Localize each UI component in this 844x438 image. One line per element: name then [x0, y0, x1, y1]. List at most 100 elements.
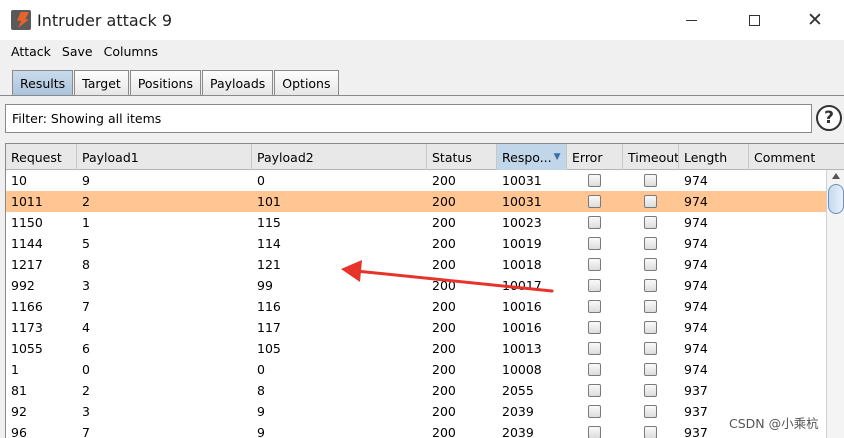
tab-payloads[interactable]: Payloads [202, 70, 274, 96]
table-row[interactable]: 1217 8 121 200 10018 974 [6, 254, 826, 275]
col-timeout-header[interactable]: Timeout [623, 144, 679, 170]
col-comment-header[interactable]: Comment [749, 144, 844, 170]
minimize-icon [685, 19, 697, 21]
scroll-up-icon[interactable] [832, 173, 840, 179]
col-error-header[interactable]: Error [567, 144, 623, 170]
timeout-checkbox[interactable] [644, 279, 657, 292]
sort-descending-icon: ▼ [553, 152, 561, 162]
col-payload2-cell: 99 [257, 278, 273, 293]
col-length-cell: 974 [684, 257, 708, 272]
table-row[interactable]: 1055 6 105 200 10013 974 [6, 338, 826, 359]
col-length-cell: 974 [684, 299, 708, 314]
error-checkbox[interactable] [588, 384, 601, 397]
table-row[interactable]: 10 9 0 200 10031 974 [6, 170, 826, 191]
col-payload2-cell: 117 [257, 320, 281, 335]
col-request-cell: 1 [11, 362, 19, 377]
col-request-cell: 96 [11, 425, 27, 438]
col-payload1-cell: 6 [82, 341, 90, 356]
timeout-checkbox[interactable] [644, 258, 657, 271]
tab-positions[interactable]: Positions [129, 70, 201, 96]
minimize-button[interactable] [668, 0, 714, 40]
col-payload2-cell: 116 [257, 299, 281, 314]
col-length-cell: 974 [684, 236, 708, 251]
table-row[interactable]: 96 7 9 200 2039 937 [6, 422, 826, 438]
filter-text: Filter: Showing all items [12, 111, 162, 126]
error-checkbox[interactable] [588, 195, 601, 208]
timeout-checkbox[interactable] [644, 363, 657, 376]
timeout-checkbox[interactable] [644, 426, 657, 438]
menu-columns[interactable]: Columns [102, 44, 160, 59]
col-payload1-cell: 7 [82, 425, 90, 438]
col-status-cell: 200 [432, 173, 456, 188]
error-checkbox[interactable] [588, 405, 601, 418]
table-row[interactable]: 1144 5 114 200 10019 974 [6, 233, 826, 254]
col-comment-cell [749, 212, 826, 233]
col-payload2-header[interactable]: Payload2 [252, 144, 427, 170]
filter-bar[interactable]: Filter: Showing all items [5, 104, 812, 133]
col-payload2-cell: 115 [257, 215, 281, 230]
col-length-header[interactable]: Length [679, 144, 749, 170]
error-checkbox[interactable] [588, 216, 601, 229]
table-row[interactable]: 92 3 9 200 2039 937 [6, 401, 826, 422]
timeout-checkbox[interactable] [644, 174, 657, 187]
error-checkbox[interactable] [588, 174, 601, 187]
table-row[interactable]: 1011 2 101 200 10031 974 [6, 191, 826, 212]
timeout-checkbox[interactable] [644, 342, 657, 355]
timeout-checkbox[interactable] [644, 321, 657, 334]
timeout-checkbox[interactable] [644, 195, 657, 208]
scroll-thumb[interactable] [828, 184, 844, 214]
table-row[interactable]: 1173 4 117 200 10016 974 [6, 317, 826, 338]
col-status-cell: 200 [432, 236, 456, 251]
col-status-header[interactable]: Status [427, 144, 497, 170]
tab-target[interactable]: Target [74, 70, 129, 96]
timeout-checkbox[interactable] [644, 300, 657, 313]
timeout-checkbox[interactable] [644, 237, 657, 250]
col-status-cell: 200 [432, 215, 456, 230]
error-checkbox[interactable] [588, 258, 601, 271]
tab-results[interactable]: Results [12, 70, 74, 96]
col-length-cell: 937 [684, 383, 708, 398]
col-response-cell: 10031 [502, 173, 542, 188]
table-row[interactable]: 1166 7 116 200 10016 974 [6, 296, 826, 317]
timeout-checkbox[interactable] [644, 384, 657, 397]
error-checkbox[interactable] [588, 237, 601, 250]
col-status-cell: 200 [432, 362, 456, 377]
col-request-cell: 1144 [11, 236, 43, 251]
col-request-cell: 1150 [11, 215, 43, 230]
col-status-cell: 200 [432, 341, 456, 356]
error-checkbox[interactable] [588, 342, 601, 355]
col-response-cell: 10031 [502, 194, 542, 209]
col-length-cell: 974 [684, 362, 708, 377]
error-checkbox[interactable] [588, 279, 601, 292]
timeout-checkbox[interactable] [644, 216, 657, 229]
menu-save[interactable]: Save [60, 44, 95, 59]
col-status-cell: 200 [432, 320, 456, 335]
error-checkbox[interactable] [588, 321, 601, 334]
col-payload2-cell: 0 [257, 173, 265, 188]
col-response-cell: 2055 [502, 383, 534, 398]
col-length-cell: 974 [684, 278, 708, 293]
table-row[interactable]: 1 0 0 200 10008 974 [6, 359, 826, 380]
tab-options[interactable]: Options [274, 70, 339, 96]
help-icon[interactable]: ? [816, 105, 842, 131]
table-row[interactable]: 81 2 8 200 2055 937 [6, 380, 826, 401]
maximize-button[interactable] [731, 0, 777, 40]
col-response-header[interactable]: Respo... ▼ [497, 144, 567, 170]
col-payload1-cell: 0 [82, 362, 90, 377]
col-request-header[interactable]: Request [6, 144, 77, 170]
col-comment-cell [749, 338, 826, 359]
col-comment-cell [749, 317, 826, 338]
table-row[interactable]: 1150 1 115 200 10023 974 [6, 212, 826, 233]
menu-attack[interactable]: Attack [9, 44, 53, 59]
close-button[interactable]: ✕ [792, 0, 838, 40]
col-payload1-header[interactable]: Payload1 [77, 144, 252, 170]
col-payload2-cell: 114 [257, 236, 281, 251]
table-row[interactable]: 992 3 99 200 10017 974 [6, 275, 826, 296]
error-checkbox[interactable] [588, 300, 601, 313]
error-checkbox[interactable] [588, 363, 601, 376]
vertical-scrollbar[interactable] [826, 170, 844, 438]
error-checkbox[interactable] [588, 426, 601, 438]
col-response-cell: 10017 [502, 278, 542, 293]
col-response-cell: 10008 [502, 362, 542, 377]
timeout-checkbox[interactable] [644, 405, 657, 418]
